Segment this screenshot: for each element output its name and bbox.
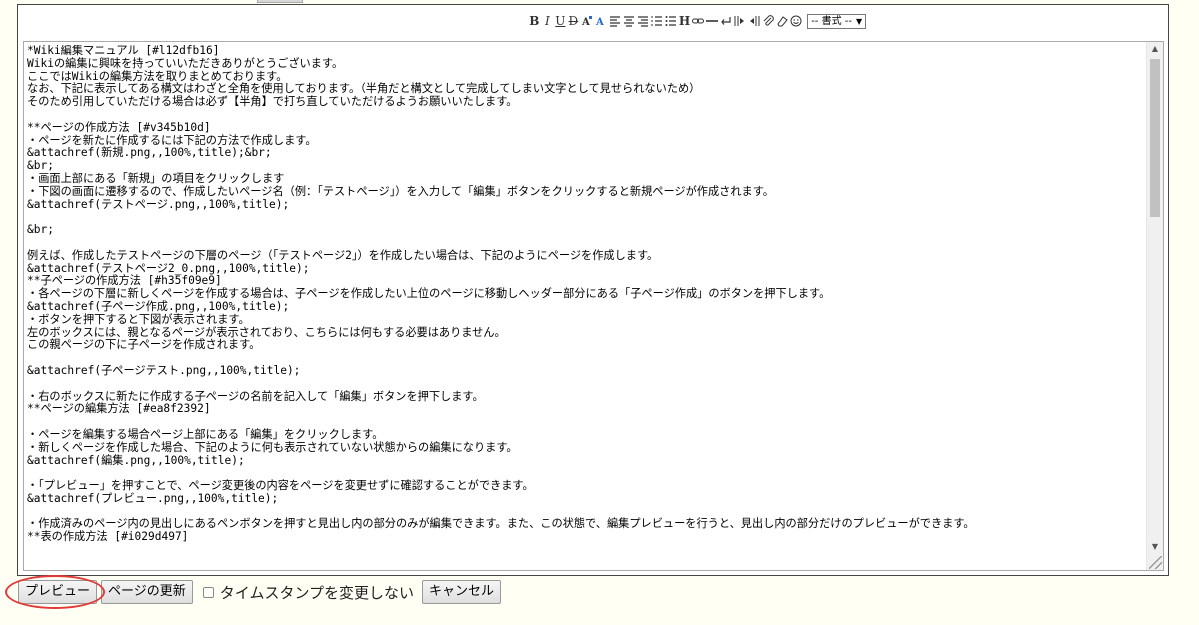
scroll-up-icon[interactable]: ▲ — [1147, 42, 1163, 56]
update-page-button[interactable]: ページの更新 — [101, 580, 193, 604]
preview-button[interactable]: プレビュー — [18, 580, 98, 604]
indent-icon[interactable] — [734, 15, 746, 27]
scrollbar-thumb[interactable] — [1150, 59, 1160, 217]
ordered-list-icon[interactable] — [651, 15, 663, 27]
format-toolbar: B I U D A A H -- 書式 -- ▼ — [18, 11, 1168, 31]
top-tab[interactable] — [257, 0, 303, 3]
italic-button[interactable]: I — [542, 14, 553, 28]
preview-wrap: プレビュー — [5, 575, 105, 609]
keep-timestamp-option[interactable]: タイムスタンプを変更しない — [202, 582, 415, 603]
link-icon[interactable] — [692, 15, 705, 27]
cancel-button[interactable]: キャンセル — [422, 580, 502, 604]
chevron-down-icon: ▼ — [855, 16, 863, 26]
unordered-list-icon[interactable] — [665, 15, 677, 27]
svg-text:A: A — [595, 17, 604, 27]
text-color-icon[interactable]: A — [581, 15, 593, 27]
line-break-icon[interactable] — [720, 15, 732, 27]
underline-button[interactable]: U — [555, 14, 566, 28]
wiki-source-text[interactable]: *Wiki編集マニュアル [#l12dfb16] Wikiの編集に興味を持ってい… — [27, 45, 1143, 570]
bg-color-icon[interactable]: A — [594, 15, 607, 27]
resize-grip-icon[interactable] — [1149, 556, 1162, 569]
align-right-icon[interactable] — [637, 15, 649, 27]
strikethrough-button[interactable]: D — [568, 14, 579, 28]
keep-timestamp-label: タイムスタンプを変更しない — [219, 583, 415, 602]
attach-icon[interactable] — [762, 15, 774, 27]
horizontal-rule-icon[interactable] — [706, 15, 719, 27]
smiley-icon[interactable] — [790, 15, 802, 27]
format-select-value: -- 書式 -- — [811, 15, 852, 27]
svg-text:A: A — [581, 17, 590, 27]
heading-button[interactable]: H — [679, 14, 690, 28]
keep-timestamp-checkbox[interactable] — [202, 586, 214, 598]
outdent-icon[interactable] — [748, 15, 760, 27]
vertical-scrollbar[interactable]: ▲ ▼ — [1146, 42, 1163, 570]
scroll-down-icon[interactable]: ▼ — [1147, 540, 1163, 554]
align-center-icon[interactable] — [623, 15, 635, 27]
editor-frame: B I U D A A H -- 書式 -- ▼ *Wiki編集マニュアル [#… — [17, 4, 1169, 576]
bold-button[interactable]: B — [529, 14, 540, 28]
align-left-icon[interactable] — [609, 15, 621, 27]
wiki-textarea[interactable]: *Wiki編集マニュアル [#l12dfb16] Wikiの編集に興味を持ってい… — [23, 41, 1164, 571]
eraser-icon[interactable] — [776, 15, 788, 27]
action-bar: プレビュー ページの更新 タイムスタンプを変更しない キャンセル — [5, 575, 502, 609]
format-select[interactable]: -- 書式 -- ▼ — [807, 13, 867, 29]
